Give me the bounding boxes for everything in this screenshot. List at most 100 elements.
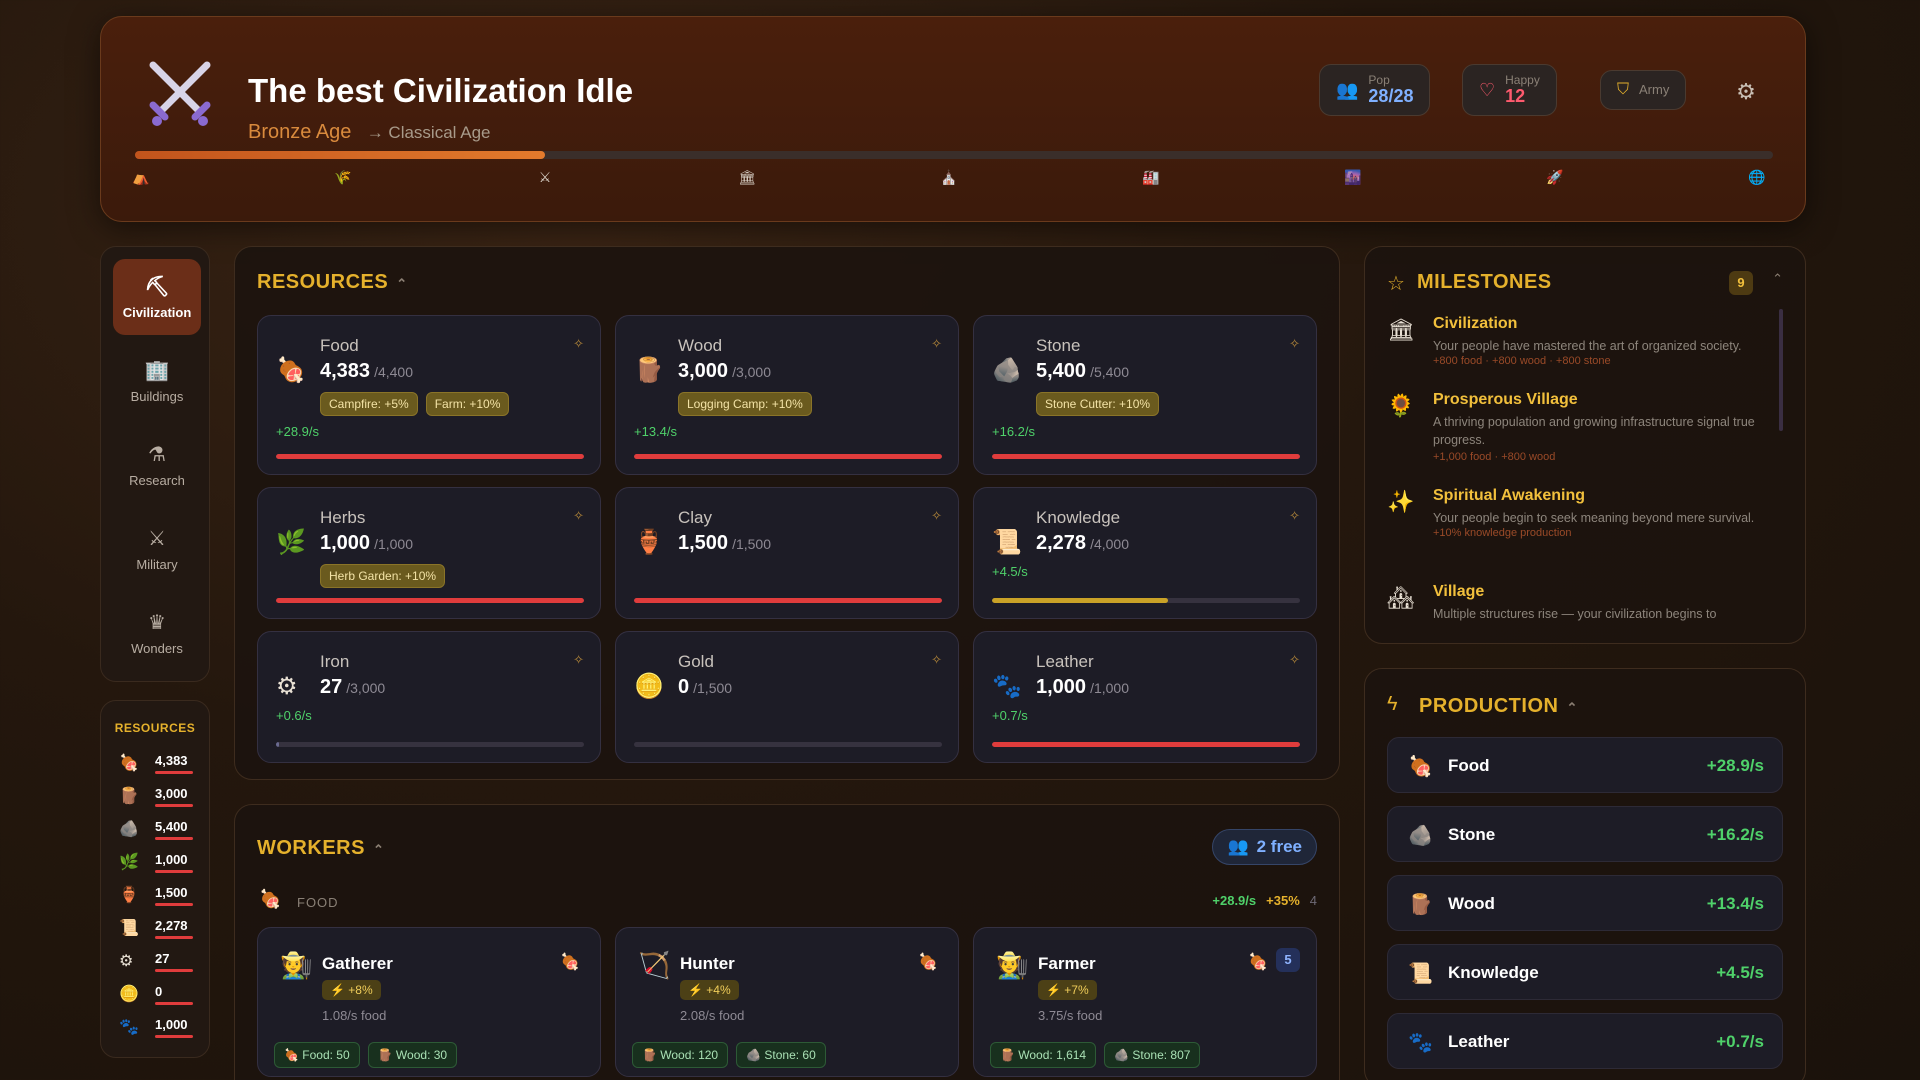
happiness-pill[interactable]: ♡ Happy 12 [1462, 64, 1557, 116]
food-icon: 🍖 [1408, 756, 1433, 778]
production-header[interactable]: PRODUCTION ⌃ [1419, 695, 1578, 718]
resource-icon: 🪨 [119, 821, 139, 838]
flask-icon: ⚗ [148, 444, 166, 466]
resource-mini-bar [155, 837, 193, 840]
amount-value: 3,000 [678, 360, 729, 382]
cost-list: 🍖 Food: 50 🪵 Wood: 30 [274, 1042, 458, 1068]
resource-card-knowledge[interactable]: 📜 Knowledge 2,278/4,000 ✧ +4.5/s [973, 487, 1317, 619]
resource-rate: +0.7/s [992, 708, 1028, 723]
resource-card-stone[interactable]: 🪨 Stone 5,400/5,400 ✧ Stone Cutter: +10% +16.… [973, 315, 1317, 475]
mini-resource-row: 🌿 1,000 [119, 850, 195, 880]
nav-research[interactable]: ⚗ Research [113, 427, 201, 503]
era-marker-icon: 🚀 [1546, 169, 1564, 185]
nav-civilization[interactable]: ⛏ Civilization [113, 259, 201, 335]
age-progress-fill [135, 151, 545, 159]
sparkle-icon[interactable]: ✧ [1289, 652, 1300, 668]
resource-card-food[interactable]: 🍖 Food 4,383/4,400 ✧ Campfire: +5% Farm: +10%… [257, 315, 601, 475]
farmer-icon: 🧑‍🌾 [996, 950, 1029, 980]
bonus-badge: Stone Cutter: +10% [1036, 392, 1160, 416]
resource-mini-bar [155, 870, 193, 873]
chevron-up-icon[interactable]: ⌃ [1772, 271, 1783, 287]
population-pill[interactable]: 👥 Pop 28/28 [1319, 64, 1431, 116]
nav-label: Buildings [130, 389, 184, 404]
sparkle-icon[interactable]: ✧ [573, 336, 584, 352]
nav-wonders[interactable]: ♛ Wonders [113, 595, 201, 671]
production-row-stone: 🪨 Stone +16.2/s [1387, 806, 1783, 862]
sparkle-icon[interactable]: ✧ [573, 508, 584, 524]
worker-card-farmer[interactable]: 🧑‍🌾 Farmer ⚡ +7% 3.75/s food 🍖 5 🪵 Wood: 1,614… [973, 927, 1317, 1077]
resource-icon: 🪵 [119, 788, 139, 805]
group-bonus: +35% [1266, 893, 1300, 908]
sparkle-icon[interactable]: ✧ [931, 508, 942, 524]
resource-card-herbs[interactable]: 🌿 Herbs 1,000/1,000 ✧ Herb Garden: +10% [257, 487, 601, 619]
amount-value: 4,383 [320, 360, 371, 382]
production-name: Knowledge [1448, 963, 1539, 982]
resource-progress-fill [992, 454, 1300, 459]
resource-rate: +28.9/s [276, 424, 320, 439]
amount-value: 2,278 [1036, 532, 1087, 554]
sparkle-icon[interactable]: ✧ [573, 652, 584, 668]
chevron-up-icon: ⌃ [1566, 700, 1578, 715]
worker-bonus: ⚡ +4% [680, 980, 739, 1000]
resource-progress-bar [276, 598, 584, 603]
resource-icon: 🐾 [119, 1019, 139, 1036]
army-label: Army [1639, 82, 1670, 97]
sparkle-icon[interactable]: ✧ [1289, 508, 1300, 524]
worker-card-gatherer[interactable]: 🧑‍🌾 Gatherer ⚡ +8% 1.08/s food 🍖 🍖 Food: 50 🪵 … [257, 927, 601, 1077]
stone-icon: 🪨 [1408, 825, 1433, 847]
worker-group-stats: +28.9/s +35% 4 [1212, 893, 1317, 908]
worker-card-hunter[interactable]: 🏹 Hunter ⚡ +4% 2.08/s food 🍖 🪵 Wood: 120 🪨 Sto… [615, 927, 959, 1077]
sparkle-icon[interactable]: ✧ [931, 336, 942, 352]
cost-badge: 🪵 Wood: 1,614 [990, 1042, 1097, 1068]
sparkle-icon[interactable]: ✧ [1289, 336, 1300, 352]
resources-header[interactable]: RESOURCES ⌃ [257, 271, 408, 294]
resource-amount: 4,383/4,400 [320, 360, 413, 383]
resource-card-wood[interactable]: 🪵 Wood 3,000/3,000 ✧ Logging Camp: +10% +13.4… [615, 315, 959, 475]
milestone-title: Spiritual Awakening [1433, 487, 1586, 504]
bonus-badge: Herb Garden: +10% [320, 564, 446, 588]
milestones-count-badge: 9 [1729, 271, 1753, 295]
iron-icon: ⚙ [276, 673, 298, 700]
resource-name: Food [320, 336, 359, 355]
meat-icon: 🍖 [259, 889, 282, 909]
nav-label: Research [129, 473, 185, 488]
bonus-badge: Campfire: +5% [320, 392, 418, 416]
resource-card-iron[interactable]: ⚙ Iron 27/3,000 ✧ +0.6/s [257, 631, 601, 763]
resources-panel: RESOURCES ⌃ 🍖 Food 4,383/4,400 ✧ Campfire: +5… [234, 246, 1340, 780]
sparkle-icon[interactable]: ✧ [931, 652, 942, 668]
milestones-panel: ☆ MILESTONES 9 ⌃ 🏛 Civilization Your peopl… [1364, 246, 1806, 644]
milestone-reward: +1,000 food · +800 wood [1433, 451, 1556, 463]
nav-military[interactable]: ⚔ Military [113, 511, 201, 587]
bonus-list: Herb Garden: +10% [320, 564, 446, 588]
resource-progress-bar [992, 454, 1300, 459]
gatherer-icon: 🧑‍🌾 [280, 950, 313, 980]
resource-name: Herbs [320, 508, 366, 527]
workers-header[interactable]: WORKERS ⌃ [257, 837, 384, 860]
amount-cap: /3,000 [732, 364, 771, 380]
army-pill[interactable]: ⛉ Army [1600, 70, 1687, 110]
resource-progress-bar [992, 598, 1300, 603]
resource-card-leather[interactable]: 🐾 Leather 1,000/1,000 ✧ +0.7/s [973, 631, 1317, 763]
worker-name: Farmer [1038, 954, 1096, 973]
mini-resource-row: 🪵 3,000 [119, 784, 195, 814]
amount-cap: /5,400 [1090, 364, 1129, 380]
resource-progress-bar [276, 742, 584, 747]
amount-value: 27 [320, 676, 343, 698]
resource-icon: 🍖 [119, 755, 139, 772]
resource-card-gold[interactable]: 🪙 Gold 0/1,500 ✧ [615, 631, 959, 763]
resource-progress-fill [992, 742, 1300, 747]
resource-card-clay[interactable]: 🏺 Clay 1,500/1,500 ✧ [615, 487, 959, 619]
nav-buildings[interactable]: 🏢 Buildings [113, 343, 201, 419]
amount-cap: /4,000 [1090, 536, 1129, 552]
resource-icon: ⚙ [119, 953, 134, 970]
resource-value: 1,000 [155, 852, 188, 867]
star-icon: ☆ [1387, 273, 1405, 295]
meat-icon: 🍖 [560, 954, 580, 971]
lightning-icon: ϟ [1387, 693, 1398, 715]
knowledge-icon: 📜 [1408, 963, 1433, 985]
amount-cap: /3,000 [346, 680, 386, 696]
milestone-title: Prosperous Village [1433, 391, 1578, 408]
settings-gear-icon[interactable]: ⚙ [1733, 79, 1759, 105]
milestone-icon: 🌻 [1387, 393, 1415, 418]
era-marker-icon: ⛪ [940, 169, 958, 185]
